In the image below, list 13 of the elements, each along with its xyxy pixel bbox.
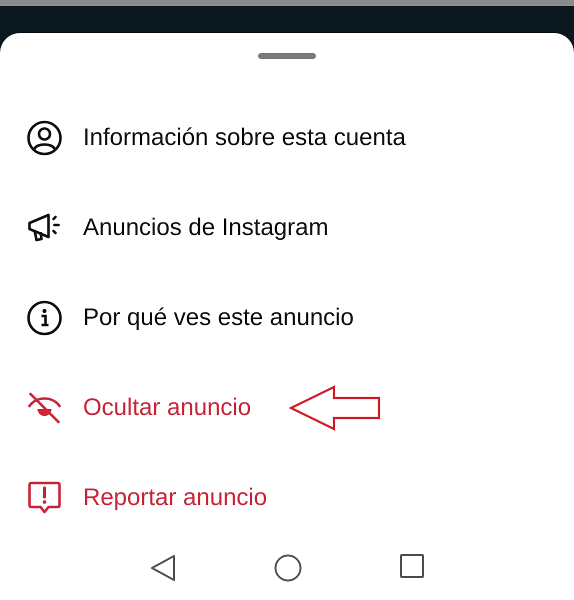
drag-handle[interactable] xyxy=(258,53,316,59)
report-icon xyxy=(25,480,63,516)
menu-item[interactable]: Información sobre esta cuenta xyxy=(83,120,406,156)
recents-icon[interactable] xyxy=(400,554,424,578)
menu-item[interactable]: Ocultar anuncio xyxy=(83,390,252,426)
menu-item[interactable]: Anuncios de Instagram xyxy=(83,210,328,246)
menu-item[interactable]: Reportar anuncio xyxy=(83,480,268,516)
menu-item[interactable]: Por qué ves este anuncio xyxy=(83,300,354,336)
back-icon[interactable] xyxy=(150,554,176,582)
person-icon xyxy=(25,120,63,156)
home-icon[interactable] xyxy=(274,554,302,582)
hidden-eye-icon xyxy=(25,390,63,426)
info-icon xyxy=(25,300,63,336)
